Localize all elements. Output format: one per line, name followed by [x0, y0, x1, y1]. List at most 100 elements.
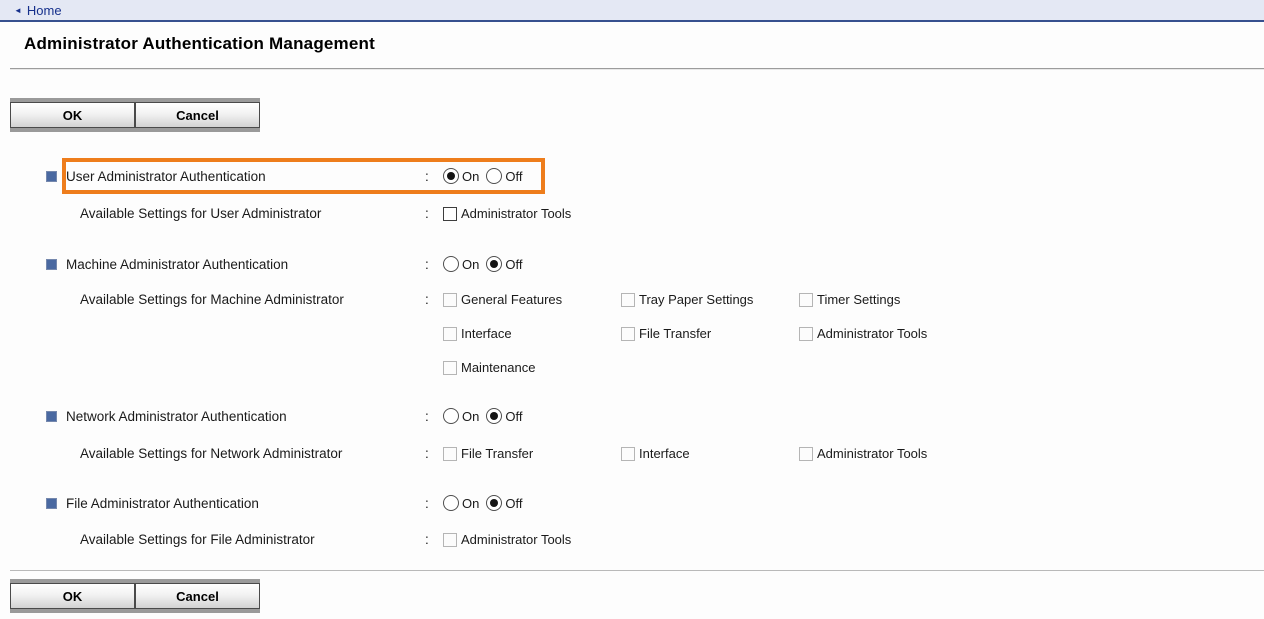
off-label: Off	[505, 257, 522, 272]
available-settings-machine-admin-row: Available Settings for Machine Administr…	[0, 291, 1264, 377]
colon: :	[425, 169, 443, 184]
option-administrator-tools: Administrator Tools	[443, 531, 571, 549]
section-bullet-icon	[46, 171, 57, 182]
option-interface: Interface	[443, 325, 621, 343]
section-label: User Administrator Authentication	[66, 169, 425, 184]
user-admin-options: Administrator Tools	[443, 205, 571, 223]
option-interface: Interface	[621, 445, 799, 463]
off-label: Off	[505, 409, 522, 424]
user-admin-off-radio[interactable]	[486, 168, 502, 184]
cancel-button-top[interactable]: Cancel	[135, 102, 260, 128]
top-button-bar: OK Cancel	[10, 98, 260, 132]
machine-admin-off-radio[interactable]	[486, 256, 502, 272]
colon: :	[425, 496, 443, 511]
tray-paper-settings-checkbox	[621, 293, 635, 307]
machine-admin-options: General Features Tray Paper Settings Tim…	[443, 291, 927, 377]
section-label: Network Administrator Authentication	[66, 409, 425, 424]
option-label: File Transfer	[461, 445, 533, 463]
interface-checkbox	[443, 327, 457, 341]
file-admin-options: Administrator Tools	[443, 531, 571, 549]
highlight-box: User Administrator Authentication : On O…	[62, 158, 545, 194]
option-file-transfer: File Transfer	[443, 445, 621, 463]
option-label: Interface	[461, 325, 512, 343]
network-admin-off-radio[interactable]	[486, 408, 502, 424]
back-arrow-icon: ◄	[14, 6, 22, 15]
home-link[interactable]: ◄ Home	[14, 3, 62, 18]
option-timer-settings: Timer Settings	[799, 291, 900, 309]
bottom-button-bar: OK Cancel	[10, 579, 260, 613]
administrator-tools-checkbox	[799, 447, 813, 461]
colon: :	[425, 291, 443, 309]
colon: :	[425, 531, 443, 549]
colon: :	[425, 445, 443, 463]
cancel-button-bottom[interactable]: Cancel	[135, 583, 260, 609]
breadcrumb-bar: ◄ Home	[0, 0, 1264, 22]
network-admin-on-radio[interactable]	[443, 408, 459, 424]
on-label: On	[462, 409, 479, 424]
machine-admin-on-radio[interactable]	[443, 256, 459, 272]
colon: :	[425, 409, 443, 424]
section-bullet-icon	[46, 498, 57, 509]
title-divider	[10, 68, 1264, 70]
administrator-tools-checkbox	[443, 533, 457, 547]
available-settings-network-admin-row: Available Settings for Network Administr…	[0, 445, 1264, 463]
section-network-admin-authentication: Network Administrator Authentication : O…	[0, 407, 1264, 425]
user-admin-on-radio[interactable]	[443, 168, 459, 184]
available-settings-label: Available Settings for Network Administr…	[80, 445, 425, 463]
option-maintenance: Maintenance	[443, 359, 535, 377]
file-admin-auth-radio-group: On Off	[443, 494, 529, 512]
option-label: Maintenance	[461, 359, 535, 377]
option-general-features: General Features	[443, 291, 621, 309]
interface-checkbox	[621, 447, 635, 461]
general-features-checkbox	[443, 293, 457, 307]
section-user-admin-authentication: User Administrator Authentication : On O…	[0, 158, 1264, 194]
section-label: Machine Administrator Authentication	[66, 257, 425, 272]
available-settings-label: Available Settings for File Administrato…	[80, 531, 425, 549]
file-transfer-checkbox	[443, 447, 457, 461]
option-label: Timer Settings	[817, 291, 900, 309]
admin-auth-management-page: ◄ Home Administrator Authentication Mana…	[0, 0, 1264, 613]
option-label: Tray Paper Settings	[639, 291, 753, 309]
option-administrator-tools: Administrator Tools	[799, 445, 927, 463]
administrator-tools-checkbox[interactable]	[443, 207, 457, 221]
section-label: File Administrator Authentication	[66, 496, 425, 511]
machine-admin-auth-radio-group: On Off	[443, 255, 529, 273]
section-bullet-icon	[46, 411, 57, 422]
option-label: General Features	[461, 291, 562, 309]
option-tray-paper-settings: Tray Paper Settings	[621, 291, 799, 309]
option-label: Administrator Tools	[461, 531, 571, 549]
on-label: On	[462, 169, 479, 184]
option-administrator-tools: Administrator Tools	[799, 325, 927, 343]
administrator-tools-checkbox	[799, 327, 813, 341]
off-label: Off	[505, 496, 522, 511]
ok-button-top[interactable]: OK	[10, 102, 135, 128]
available-settings-label: Available Settings for User Administrato…	[80, 205, 425, 223]
section-machine-admin-authentication: Machine Administrator Authentication : O…	[0, 255, 1264, 273]
option-administrator-tools: Administrator Tools	[443, 205, 571, 223]
option-label: Administrator Tools	[817, 445, 927, 463]
file-admin-off-radio[interactable]	[486, 495, 502, 511]
network-admin-auth-radio-group: On Off	[443, 407, 529, 425]
network-admin-options: File Transfer Interface Administrator To…	[443, 445, 927, 463]
home-link-label: Home	[27, 3, 62, 18]
option-file-transfer: File Transfer	[621, 325, 799, 343]
ok-button-bottom[interactable]: OK	[10, 583, 135, 609]
off-label: Off	[505, 169, 522, 184]
page-title: Administrator Authentication Management	[0, 22, 1264, 55]
user-admin-auth-radio-group: On Off	[443, 167, 529, 185]
available-settings-file-admin-row: Available Settings for File Administrato…	[0, 531, 1264, 549]
available-settings-label: Available Settings for Machine Administr…	[80, 291, 425, 309]
option-label: File Transfer	[639, 325, 711, 343]
file-admin-on-radio[interactable]	[443, 495, 459, 511]
bottom-divider	[10, 570, 1264, 571]
on-label: On	[462, 496, 479, 511]
option-label: Administrator Tools	[461, 205, 571, 223]
colon: :	[425, 257, 443, 272]
option-label: Interface	[639, 445, 690, 463]
timer-settings-checkbox	[799, 293, 813, 307]
section-bullet-icon	[46, 259, 57, 270]
on-label: On	[462, 257, 479, 272]
option-label: Administrator Tools	[817, 325, 927, 343]
available-settings-user-admin-row: Available Settings for User Administrato…	[0, 205, 1264, 223]
maintenance-checkbox	[443, 361, 457, 375]
